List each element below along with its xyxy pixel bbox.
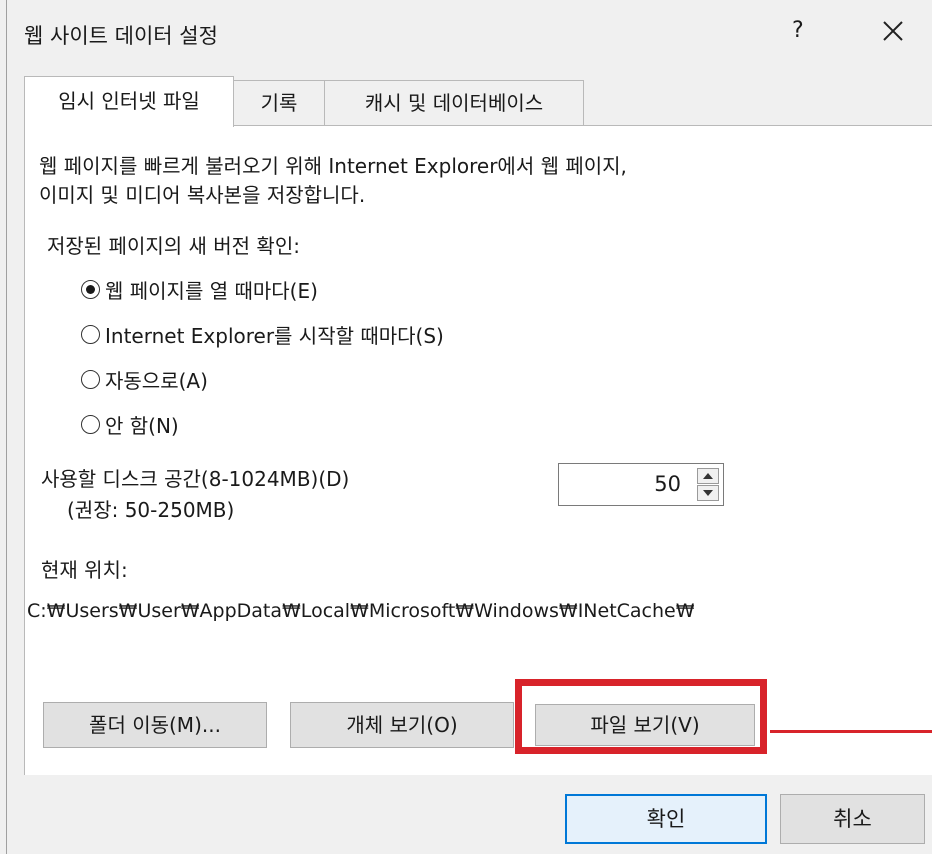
disk-space-spinbox[interactable]: 50 (558, 463, 724, 506)
help-button[interactable]: ? (792, 18, 804, 43)
radio-indicator (81, 325, 100, 344)
check-versions-label: 저장된 페이지의 새 버전 확인: (47, 234, 300, 258)
close-button[interactable] (880, 16, 906, 44)
radio-label: 웹 페이지를 열 때마다(E) (105, 279, 318, 303)
spin-up-button[interactable] (697, 468, 719, 484)
temp-files-panel: 웹 페이지를 빠르게 불러오기 위해 Internet Explorer에서 웹… (24, 125, 932, 775)
view-objects-button[interactable]: 개체 보기(O) (290, 702, 514, 748)
highlight-box (515, 679, 767, 754)
spin-down-button[interactable] (697, 485, 719, 501)
triangle-down-icon (703, 490, 713, 496)
radio-never[interactable]: 안 함(N) (81, 410, 179, 439)
highlight-pointer-line (770, 730, 932, 733)
radio-indicator-selected (81, 280, 100, 299)
radio-indicator (81, 415, 100, 434)
ok-button[interactable]: 확인 (565, 794, 767, 844)
radio-every-visit[interactable]: 웹 페이지를 열 때마다(E) (81, 275, 318, 304)
dialog-title: 웹 사이트 데이터 설정 (24, 24, 218, 48)
description-line-1: 웹 페이지를 빠르게 불러오기 위해 Internet Explorer에서 웹… (39, 154, 627, 178)
disk-space-value[interactable]: 50 (654, 472, 681, 496)
website-data-settings-dialog: 웹 사이트 데이터 설정 ? 임시 인터넷 파일 기록 캐시 및 데이터베이스 … (0, 0, 932, 854)
dialog-left-border (6, 0, 7, 854)
radio-indicator (81, 370, 100, 389)
tab-history[interactable]: 기록 (233, 80, 325, 126)
move-folder-button[interactable]: 폴더 이동(M)... (43, 702, 267, 748)
radio-label: 안 함(N) (105, 414, 179, 438)
triangle-up-icon (703, 473, 713, 479)
current-location-label: 현재 위치: (41, 558, 128, 582)
current-location-path: C:₩Users₩User₩AppData₩Local₩Microsoft₩Wi… (27, 600, 695, 622)
disk-space-hint: (권장: 50-250MB) (67, 498, 235, 522)
radio-label: Internet Explorer를 시작할 때마다(S) (105, 324, 444, 348)
close-icon (883, 21, 903, 41)
radio-automatically[interactable]: 자동으로(A) (81, 365, 208, 394)
tab-temporary-internet-files[interactable]: 임시 인터넷 파일 (24, 76, 234, 127)
radio-every-start[interactable]: Internet Explorer를 시작할 때마다(S) (81, 320, 444, 349)
tab-caches-and-databases[interactable]: 캐시 및 데이터베이스 (324, 80, 584, 126)
description-line-2: 이미지 및 미디어 복사본을 저장합니다. (39, 183, 366, 207)
radio-label: 자동으로(A) (105, 369, 208, 393)
cancel-button[interactable]: 취소 (780, 794, 925, 844)
disk-space-label: 사용할 디스크 공간(8-1024MB)(D) (41, 467, 350, 491)
